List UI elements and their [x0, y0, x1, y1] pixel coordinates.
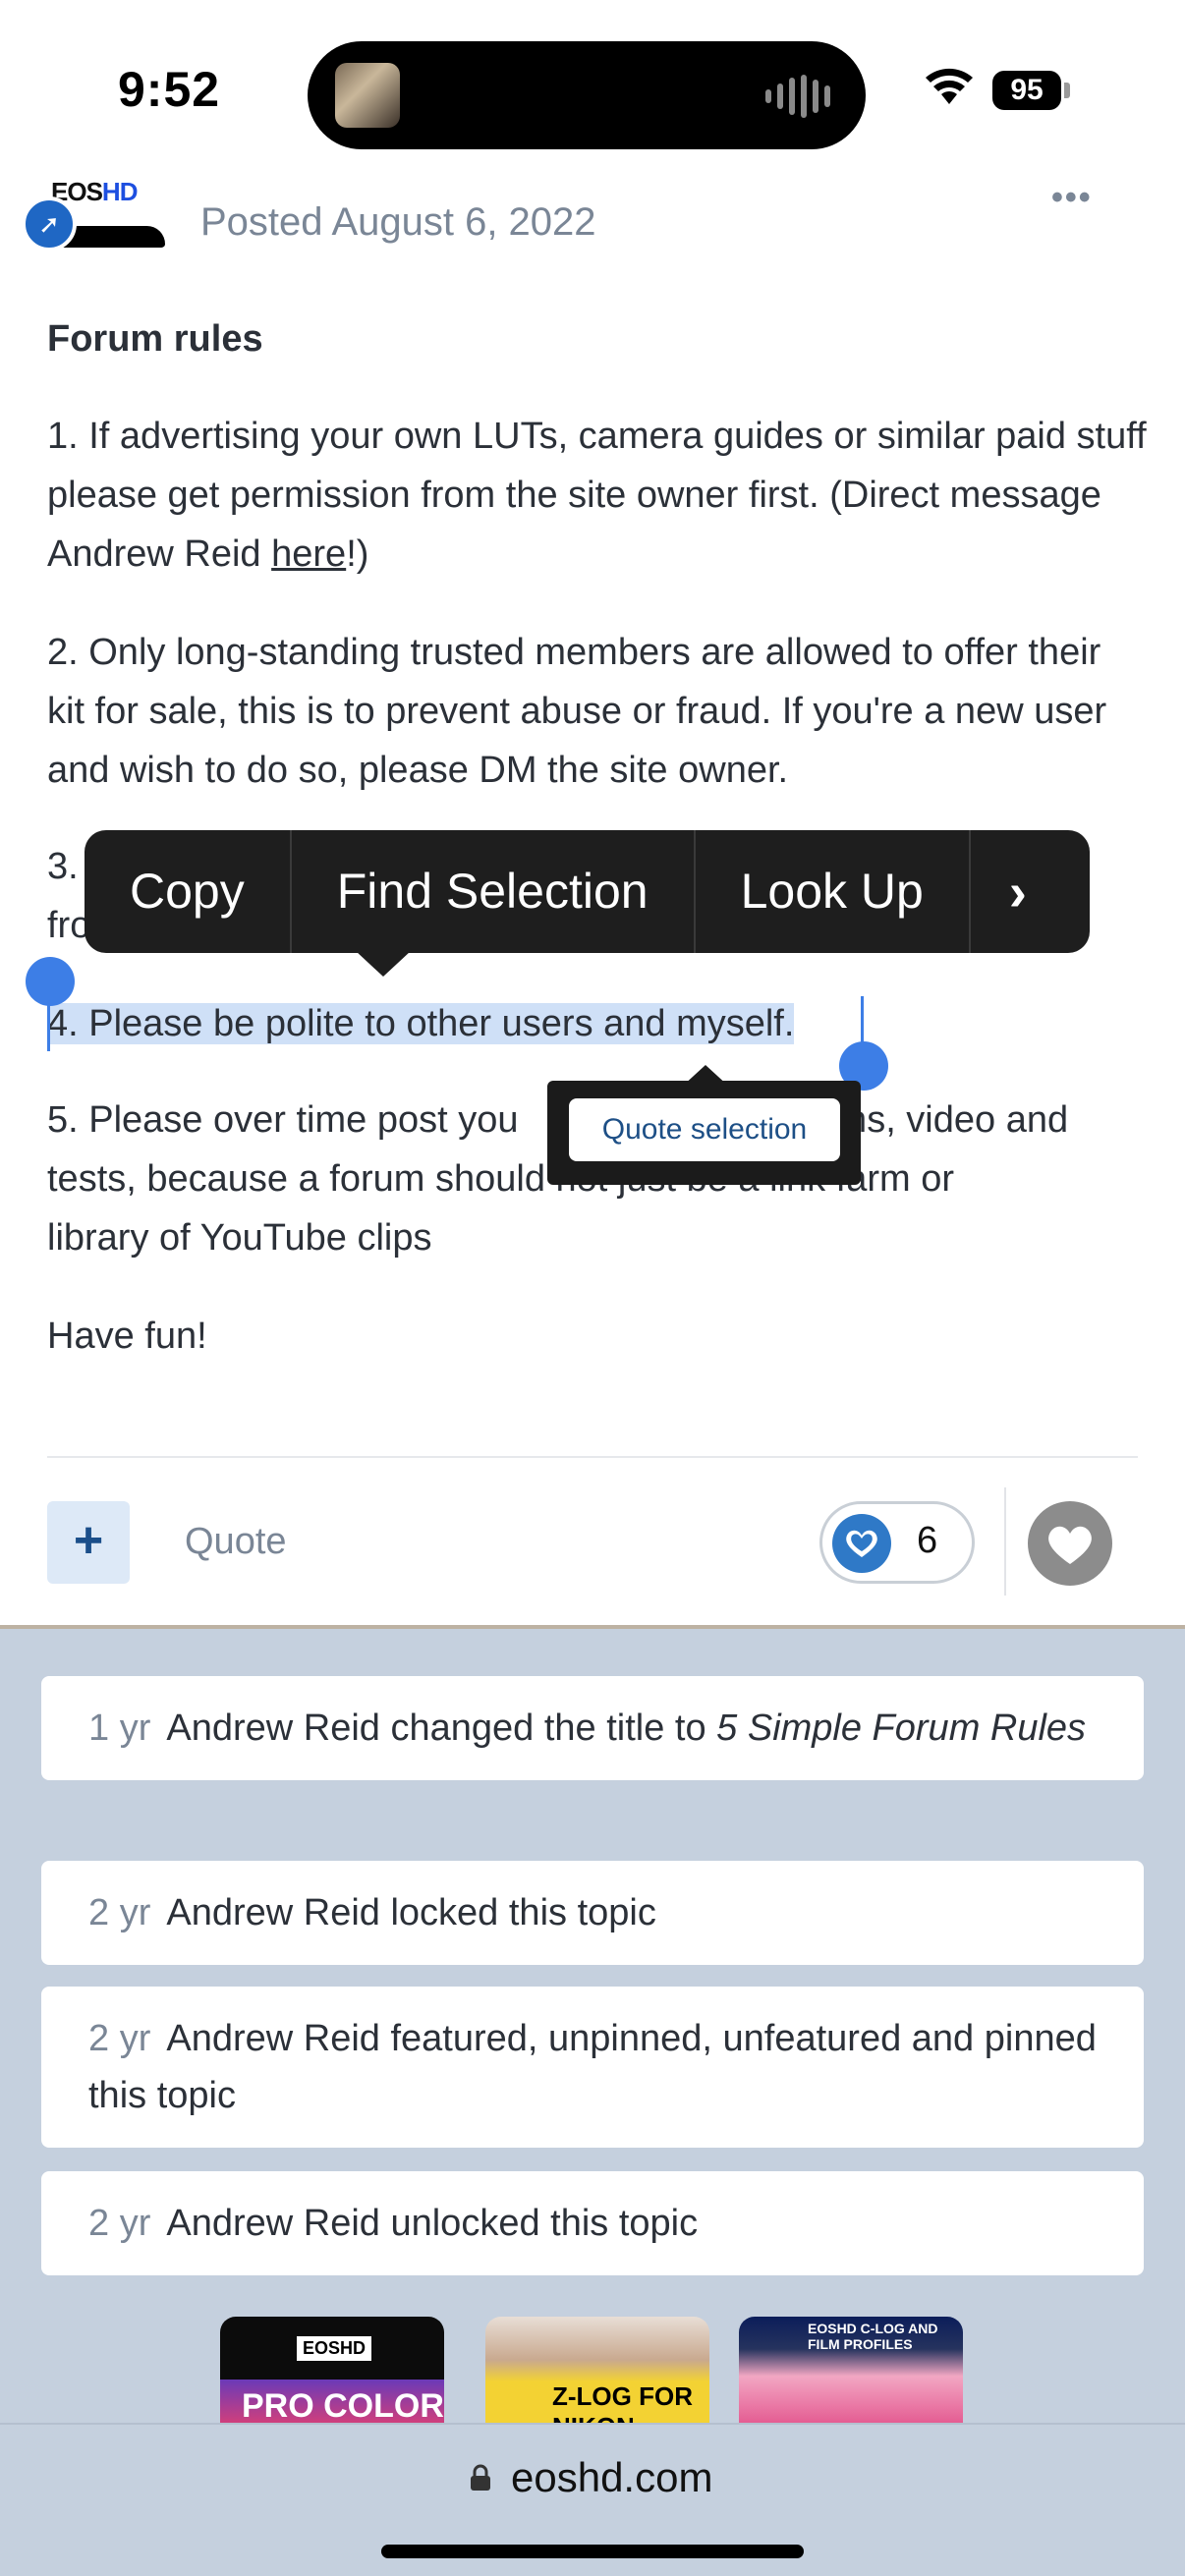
text-selection-menu: Copy Find Selection Look Up ›: [85, 830, 1090, 953]
home-indicator[interactable]: [381, 2545, 804, 2558]
battery-indicator: 95: [992, 71, 1061, 110]
rule-5-line3: library of YouTube clips: [47, 1217, 432, 1259]
copy-menu-item[interactable]: Copy: [85, 830, 292, 953]
activity-item: 2 yr Andrew Reid featured, unpinned, unfe…: [41, 1987, 1144, 2148]
quote-tooltip: Quote selection: [547, 1081, 861, 1185]
activity-text: Andrew Reid featured, unpinned, unfeatur…: [88, 2018, 1097, 2116]
multiquote-add-button[interactable]: +: [47, 1501, 130, 1584]
activity-text: Andrew Reid locked this topic: [166, 1892, 656, 1933]
more-dots-icon[interactable]: •••: [1051, 179, 1093, 217]
promo-pro-color-thumb[interactable]: EOSHD PRO COLOR 5: [220, 2317, 444, 2425]
heart-icon: [832, 1514, 891, 1573]
rule-4[interactable]: 4. Please be polite to other users and m…: [47, 994, 1148, 1053]
rocket-icon: ➚: [22, 196, 77, 252]
post-date: Posted August 6, 2022: [200, 200, 596, 244]
activity-item: 2 yr Andrew Reid locked this topic: [41, 1861, 1144, 1965]
find-selection-menu-item[interactable]: Find Selection: [292, 830, 696, 953]
activity-time: 1 yr: [88, 1708, 151, 1749]
activity-time: 2 yr: [88, 2018, 151, 2059]
clock: 9:52: [118, 62, 221, 117]
closing-text: Have fun!: [47, 1316, 207, 1357]
heart-icon: [1048, 1526, 1092, 1564]
promo-zlog-thumb[interactable]: Z-LOG FOR NIKON: [485, 2317, 709, 2425]
rule-5-line1a: 5. Please over time post you: [47, 1099, 519, 1141]
promo-label: EOSHD: [297, 2336, 372, 2361]
activity-item: 1 yr Andrew Reid changed the title to 5 S…: [41, 1676, 1144, 1780]
promo-clog-thumb[interactable]: EOSHD C-LOG AND FILM PROFILES: [739, 2317, 963, 2425]
react-heart-button[interactable]: [1028, 1501, 1112, 1586]
here-link[interactable]: here: [271, 533, 346, 575]
lock-icon: [471, 2464, 490, 2491]
rule-3-text: 3.: [47, 846, 79, 887]
look-up-menu-item[interactable]: Look Up: [696, 830, 971, 953]
activity-text: Andrew Reid unlocked this topic: [166, 2203, 699, 2244]
post-divider: [47, 1456, 1138, 1458]
reaction-separator: [1004, 1487, 1006, 1596]
activity-time: 2 yr: [88, 1892, 151, 1933]
promo-thumbnails: EOSHD PRO COLOR 5 Z-LOG FOR NIKON EOSHD …: [0, 2317, 1185, 2425]
wifi-icon: [926, 68, 973, 104]
rule-1: 1. If advertising your own LUTs, camera …: [47, 407, 1148, 584]
audio-waveform-icon: [765, 75, 830, 118]
rule-1-end: !): [346, 533, 369, 575]
quote-button[interactable]: Quote: [185, 1521, 287, 1563]
promo-label: Z-LOG FOR NIKON: [552, 2381, 693, 2425]
promo-label: EOSHD C-LOG AND FILM PROFILES: [808, 2321, 938, 2352]
reaction-count-pill[interactable]: 6: [819, 1501, 975, 1584]
battery-cap: [1064, 83, 1070, 98]
like-count: 6: [917, 1520, 938, 1561]
quote-selection-button[interactable]: Quote selection: [569, 1098, 840, 1161]
activity-title-emph: 5 Simple Forum Rules: [716, 1708, 1087, 1749]
status-bar: 9:52 95: [0, 0, 1185, 167]
rule-2: 2. Only long-standing trusted members ar…: [47, 632, 1107, 791]
menu-pointer: [356, 951, 411, 977]
rule-1-text: 1. If advertising your own LUTs, camera …: [47, 416, 1147, 575]
promo-label: PRO COLOR 5: [242, 2387, 444, 2425]
chevron-right-icon[interactable]: ›: [971, 862, 1065, 923]
browser-address-bar[interactable]: eoshd.com: [0, 2423, 1185, 2576]
activity-item: 2 yr Andrew Reid unlocked this topic: [41, 2171, 1144, 2275]
selected-text[interactable]: 4. Please be polite to other users and m…: [47, 1003, 795, 1044]
activity-text: Andrew Reid changed the title to: [166, 1708, 717, 1749]
activity-time: 2 yr: [88, 2203, 151, 2244]
post-heading: Forum rules: [47, 318, 263, 360]
selection-start-handle[interactable]: [26, 957, 75, 1006]
dynamic-island[interactable]: [308, 41, 866, 149]
now-playing-artwork: [335, 63, 400, 128]
url-text: eoshd.com: [511, 2454, 713, 2500]
